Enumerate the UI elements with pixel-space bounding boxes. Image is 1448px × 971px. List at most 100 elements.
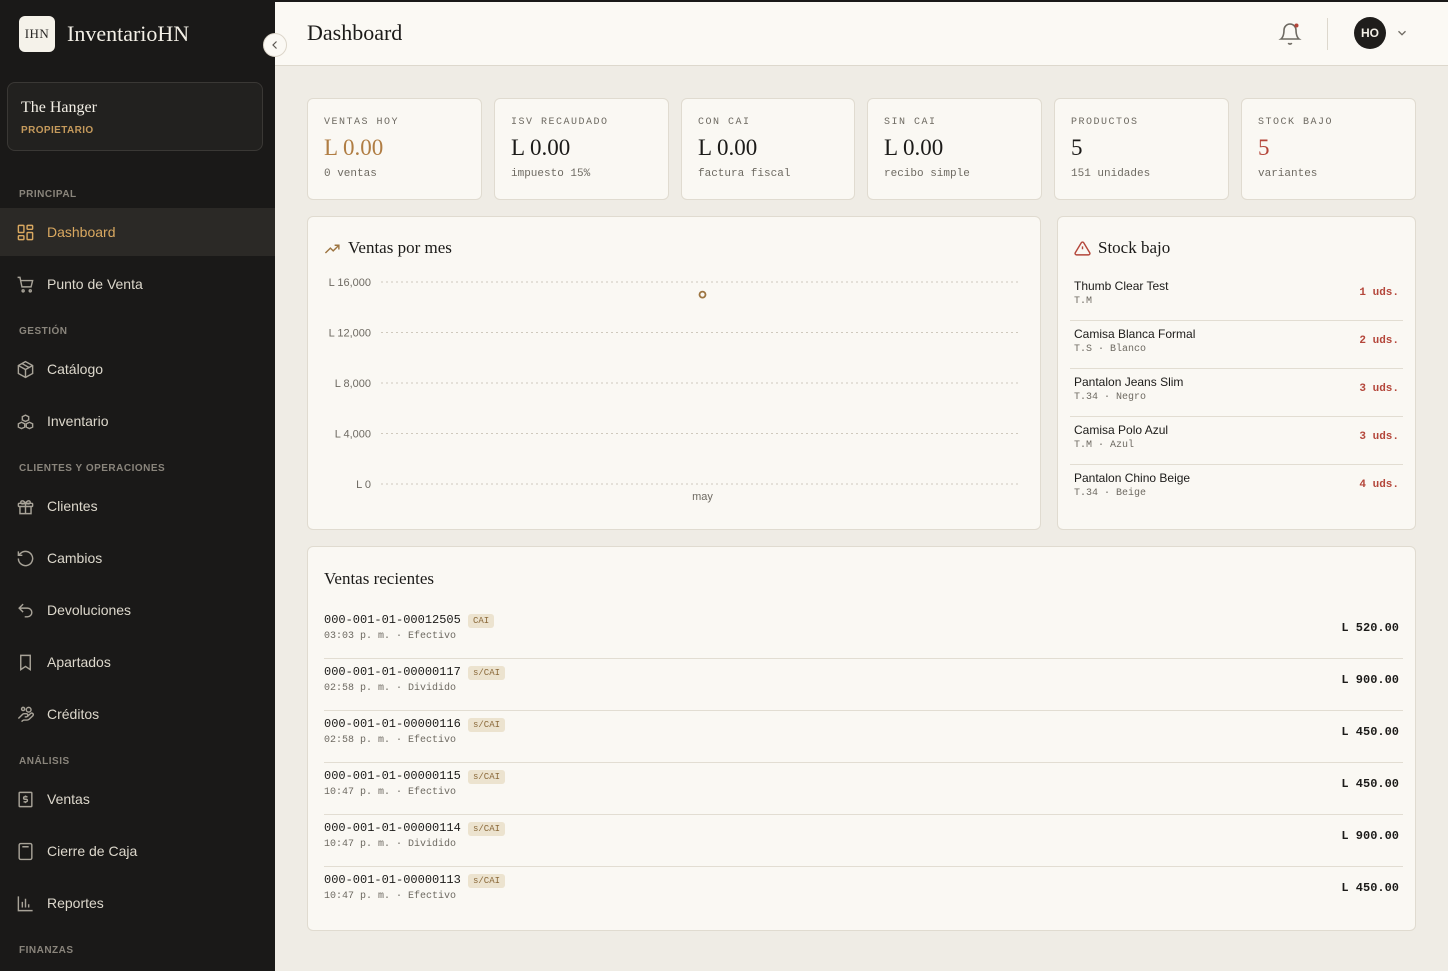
sidebar-item-dashboard[interactable]: Dashboard (0, 208, 275, 256)
sidebar-collapse-button[interactable] (263, 33, 287, 57)
sale-amount: L 450.00 (1341, 725, 1399, 739)
stat-value: 5 (1071, 135, 1083, 160)
stock-low-title: Stock bajo (1098, 238, 1171, 257)
table-row[interactable]: 000-001-01-00000114 s/CAI 10:47 p. m. · … (324, 815, 1403, 867)
user-menu-toggle[interactable] (1395, 26, 1409, 40)
sidebar: IHN InventarioHN The Hanger PROPIETARIO … (0, 0, 275, 971)
table-row[interactable]: 000-001-01-00000117 s/CAI 02:58 p. m. · … (324, 659, 1403, 711)
sale-meta: 02:58 p. m. · Efectivo (324, 735, 457, 746)
sidebar-item-label: Catálogo (47, 361, 104, 377)
sidebar-item-creditos[interactable]: Créditos (0, 690, 275, 738)
bookmark-icon (15, 652, 35, 672)
stat-label: VENTAS HOY (324, 117, 400, 128)
stat-label: STOCK BAJO (1258, 117, 1334, 128)
avatar[interactable]: HO (1354, 17, 1386, 49)
bell-icon (1278, 23, 1302, 50)
x-tick-label: may (692, 491, 713, 503)
status-badge: s/CAI (468, 718, 506, 732)
invoice-number: 000-001-01-00000117 (324, 665, 461, 679)
sidebar-item-catalogo[interactable]: Catálogo (0, 345, 275, 393)
sidebar-item-label: Cambios (47, 550, 103, 566)
stat-value: L 0.00 (324, 135, 384, 160)
sidebar-item-inventario[interactable]: Inventario (0, 397, 275, 445)
section-label-analisis: ANÁLISIS (19, 756, 70, 767)
list-item[interactable]: Pantalon Jeans Slim T.34 · Negro 3 uds. (1070, 369, 1403, 417)
stat-sub: factura fiscal (698, 168, 791, 180)
section-label-clientes: CLIENTES Y OPERACIONES (19, 463, 166, 474)
sale-meta: 03:03 p. m. · Efectivo (324, 631, 457, 642)
sale-meta: 10:47 p. m. · Dividido (324, 839, 457, 850)
bar-chart-icon (15, 893, 35, 913)
stat-card-ventas-hoy: VENTAS HOY L 0.00 0 ventas (307, 98, 482, 200)
product-meta: T.34 · Beige (1074, 488, 1147, 499)
alert-triangle-icon (1074, 240, 1091, 262)
sidebar-item-cierre-de-caja[interactable]: Cierre de Caja (0, 827, 275, 875)
sidebar-item-devoluciones[interactable]: Devoluciones (0, 586, 275, 634)
product-meta: T.S · Blanco (1074, 344, 1147, 355)
stat-sub: impuesto 15% (511, 168, 591, 180)
recent-sales-card: Ventas recientes 000-001-01-00012505 CAI… (307, 546, 1416, 931)
chevron-left-icon (269, 39, 281, 51)
stat-label: CON CAI (698, 117, 751, 128)
product-qty: 1 uds. (1359, 287, 1399, 299)
brand-logo: IHN (19, 16, 55, 52)
table-row[interactable]: 000-001-01-00000115 s/CAI 10:47 p. m. · … (324, 763, 1403, 815)
sidebar-item-label: Clientes (47, 498, 98, 514)
list-item[interactable]: Camisa Blanca Formal T.S · Blanco 2 uds. (1070, 321, 1403, 369)
product-qty: 3 uds. (1359, 431, 1399, 443)
gift-icon (15, 496, 35, 516)
product-qty: 4 uds. (1359, 479, 1399, 491)
sidebar-item-reportes[interactable]: Reportes (0, 879, 275, 927)
stat-value: L 0.00 (884, 135, 944, 160)
table-row[interactable]: 000-001-01-00000116 s/CAI 02:58 p. m. · … (324, 711, 1403, 763)
product-name: Pantalon Chino Beige (1074, 471, 1191, 485)
sidebar-item-punto-de-venta[interactable]: Punto de Venta (0, 260, 275, 308)
brand-name: InventarioHN (67, 21, 190, 46)
invoice-number: 000-001-01-00012505 (324, 613, 461, 627)
y-tick-label: L 8,000 (335, 378, 371, 390)
product-qty: 2 uds. (1359, 335, 1399, 347)
stat-sub: variantes (1258, 168, 1318, 180)
y-tick-label: L 0 (356, 479, 371, 491)
hand-coins-icon (15, 704, 35, 724)
sidebar-item-cambios[interactable]: Cambios (0, 534, 275, 582)
brand[interactable]: IHN InventarioHN (19, 16, 189, 52)
sales-chart-card: Ventas por mes L 16,000 L 12,000 L 8,000 L … (307, 216, 1041, 530)
stat-label: PRODUCTOS (1071, 117, 1139, 128)
sidebar-item-label: Devoluciones (47, 602, 132, 618)
store-selector[interactable]: The Hanger PROPIETARIO (7, 82, 263, 151)
sale-amount: L 900.00 (1341, 673, 1399, 687)
stat-card-con-cai: CON CAI L 0.00 factura fiscal (681, 98, 855, 200)
sidebar-item-label: Cierre de Caja (47, 843, 138, 859)
table-row[interactable]: 000-001-01-00012505 CAI 03:03 p. m. · Ef… (324, 607, 1403, 659)
stat-sub: recibo simple (884, 168, 970, 180)
sidebar-item-apartados[interactable]: Apartados (0, 638, 275, 686)
sidebar-item-clientes[interactable]: Clientes (0, 482, 275, 530)
stat-card-sin-cai: SIN CAI L 0.00 recibo simple (867, 98, 1042, 200)
data-point[interactable] (698, 290, 707, 299)
sidebar-item-label: Punto de Venta (47, 276, 143, 292)
section-label-finanzas: FINANZAS (19, 945, 74, 956)
sidebar-item-label: Apartados (47, 654, 111, 670)
stock-low-card: Stock bajo Thumb Clear Test T.M 1 uds. C… (1057, 216, 1416, 530)
sale-amount: L 900.00 (1341, 829, 1399, 843)
table-row[interactable]: 000-001-01-00000113 s/CAI 10:47 p. m. · … (324, 867, 1403, 919)
notifications-button[interactable] (1278, 22, 1302, 46)
package-icon (15, 359, 35, 379)
product-meta: T.M (1074, 296, 1093, 307)
sale-meta: 02:58 p. m. · Dividido (324, 683, 457, 694)
invoice-number: 000-001-01-00000115 (324, 769, 461, 783)
stat-label: SIN CAI (884, 117, 937, 128)
list-item[interactable]: Pantalon Chino Beige T.34 · Beige 4 uds. (1070, 465, 1403, 513)
stat-value: L 0.00 (511, 135, 571, 160)
sidebar-item-ventas[interactable]: Ventas (0, 775, 275, 823)
invoice-number: 000-001-01-00000113 (324, 873, 461, 887)
list-item[interactable]: Camisa Polo Azul T.M · Azul 3 uds. (1070, 417, 1403, 465)
sidebar-item-label: Inventario (47, 413, 109, 429)
store-role: PROPIETARIO (21, 125, 94, 136)
list-item[interactable]: Thumb Clear Test T.M 1 uds. (1070, 273, 1403, 321)
header-divider (1327, 18, 1328, 50)
status-badge: s/CAI (468, 770, 506, 784)
section-label-gestion: GESTIÓN (19, 326, 68, 337)
page-title: Dashboard (307, 20, 403, 45)
